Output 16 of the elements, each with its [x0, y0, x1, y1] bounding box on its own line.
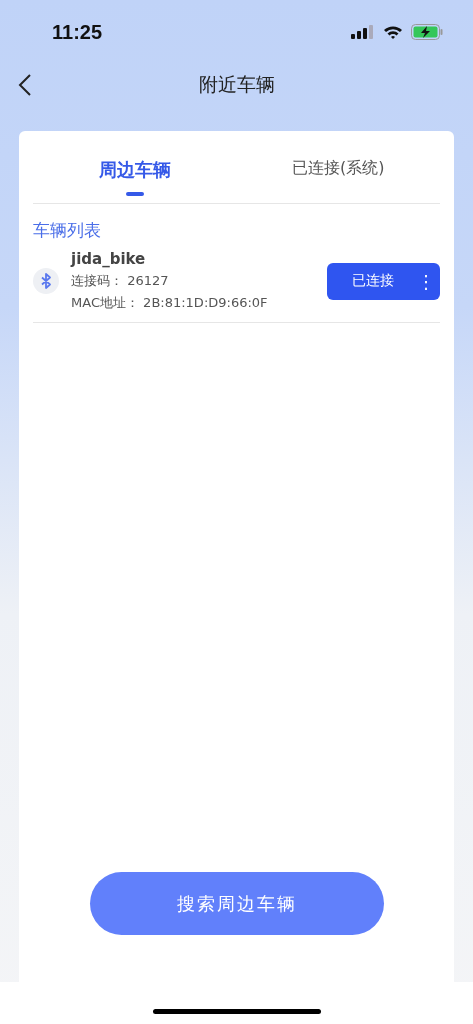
search-button[interactable]: 搜索周边车辆: [89, 872, 384, 935]
connection-code: 连接码： 26127: [71, 272, 170, 290]
section-title: 车辆列表: [33, 219, 102, 242]
battery-icon: [411, 24, 443, 40]
status-time: 11:25: [52, 20, 103, 44]
mac-address: MAC地址： 2B:81:1D:D9:66:0F: [71, 294, 269, 312]
back-icon[interactable]: [18, 73, 32, 97]
tab[interactable]: 已连接(系统): [236, 131, 440, 203]
page-title: 附近车辆: [198, 72, 275, 97]
connected-button[interactable]: 已连接: [327, 272, 412, 290]
bluetooth-icon: [33, 268, 59, 294]
more-button[interactable]: ⋮: [412, 270, 440, 292]
tab[interactable]: 周边车辆: [33, 131, 237, 203]
signal-icon: [351, 25, 375, 39]
device-name: jida_bike: [71, 250, 147, 268]
wifi-icon: [383, 25, 403, 39]
